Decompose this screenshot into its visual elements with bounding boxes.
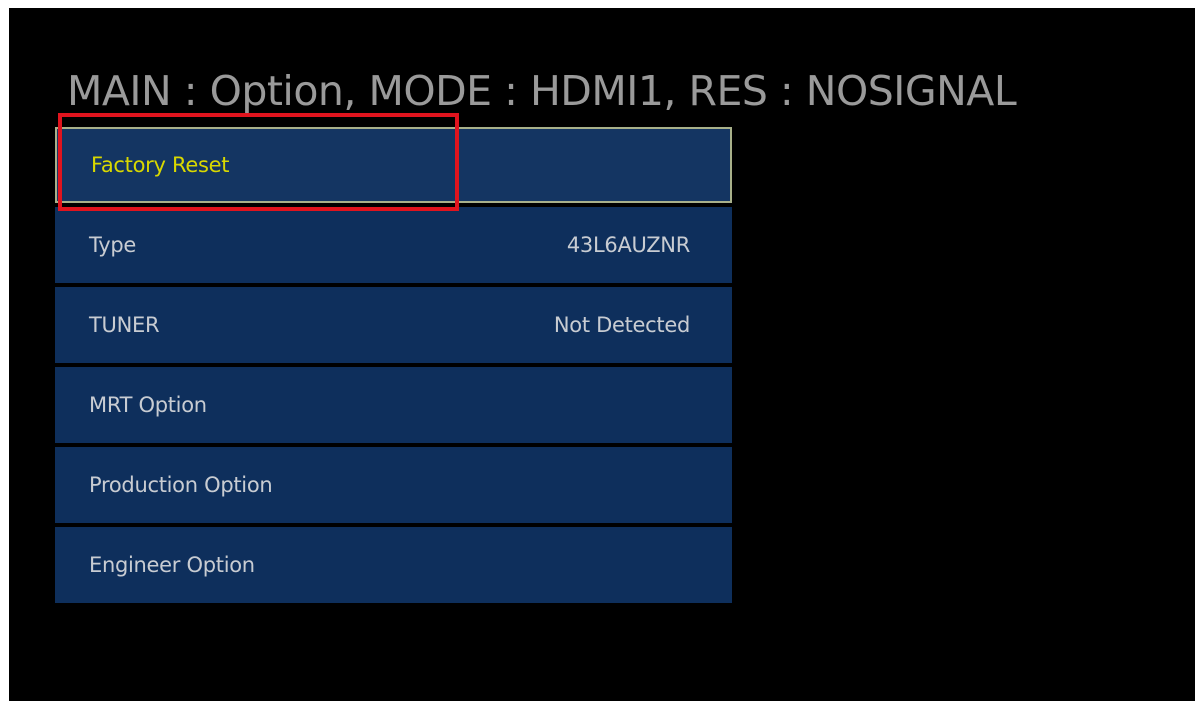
menu-item-label: Production Option	[89, 473, 273, 497]
menu-item-tuner[interactable]: TUNER Not Detected	[55, 287, 732, 363]
menu-item-value: 43L6AUZNR	[566, 233, 690, 257]
menu-item-type[interactable]: Type 43L6AUZNR	[55, 207, 732, 283]
menu-item-mrt-option[interactable]: MRT Option	[55, 367, 732, 443]
menu-item-value: Not Detected	[553, 313, 690, 337]
menu-header: MAIN : Option, MODE : HDMI1, RES : NOSIG…	[67, 67, 1017, 115]
menu-item-engineer-option[interactable]: Engineer Option	[55, 527, 732, 603]
menu-item-factory-reset[interactable]: Factory Reset	[55, 127, 732, 203]
menu-item-label: Factory Reset	[91, 153, 230, 177]
menu-item-production-option[interactable]: Production Option	[55, 447, 732, 523]
menu-item-label: Type	[89, 233, 137, 257]
menu-item-label: MRT Option	[89, 393, 207, 417]
menu-item-label: Engineer Option	[89, 553, 255, 577]
menu-item-label: TUNER	[89, 313, 160, 337]
option-menu-list: Factory Reset Type 43L6AUZNR TUNER Not D…	[55, 127, 732, 607]
